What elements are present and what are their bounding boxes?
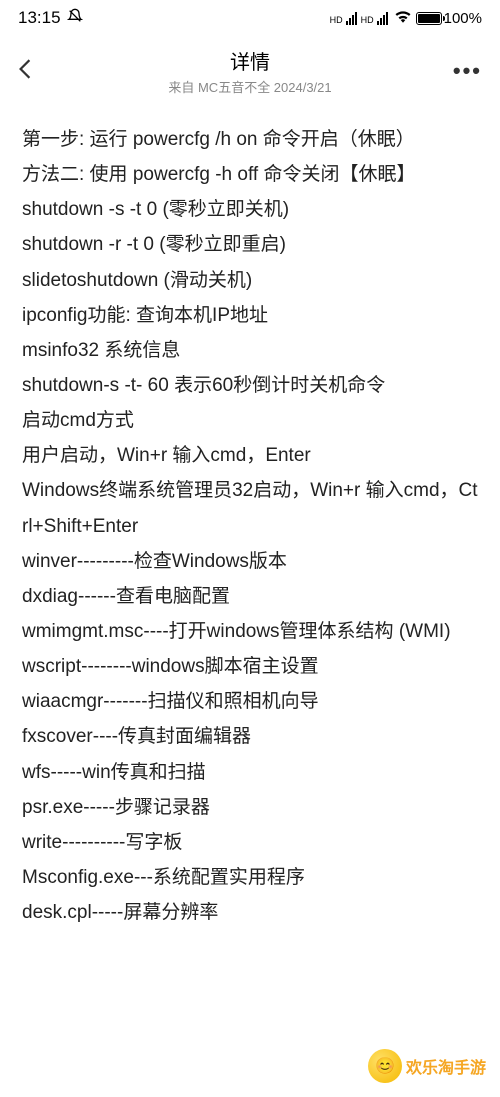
- notification-mute-icon: [67, 8, 83, 29]
- content-line: 用户启动，Win+r 输入cmd，Enter: [22, 438, 478, 473]
- content-line: winver---------检查Windows版本: [22, 544, 478, 579]
- status-bar: 13:15 HD HD: [0, 0, 500, 36]
- page-header: 详情 来自 MC五音不全 2024/3/21 •••: [0, 36, 500, 104]
- content-line: write----------写字板: [22, 825, 478, 860]
- status-left: 13:15: [18, 8, 83, 29]
- battery-icon: [416, 12, 442, 25]
- content-line: psr.exe-----步骤记录器: [22, 790, 478, 825]
- content-line: fxscover----传真封面编辑器: [22, 719, 478, 754]
- watermark-icon: 😊: [368, 1049, 402, 1083]
- back-button[interactable]: [18, 56, 48, 87]
- content-line: shutdown-s -t- 60 表示60秒倒计时关机命令: [22, 368, 478, 403]
- content-line: 第一步: 运行 powercfg /h on 命令开启（休眠）: [22, 122, 478, 157]
- more-button[interactable]: •••: [452, 58, 482, 84]
- signal-1: HD: [330, 12, 357, 25]
- watermark: 😊 欢乐淘手游: [368, 1049, 486, 1083]
- content-line: dxdiag------查看电脑配置: [22, 579, 478, 614]
- wifi-icon: [394, 9, 412, 27]
- article-content: 第一步: 运行 powercfg /h on 命令开启（休眠） 方法二: 使用 …: [0, 104, 500, 948]
- content-line: desk.cpl-----屏幕分辨率: [22, 895, 478, 930]
- status-right: HD HD 100%: [330, 9, 482, 27]
- content-line: shutdown -s -t 0 (零秒立即关机): [22, 192, 478, 227]
- page-title: 详情: [48, 46, 452, 75]
- content-line: Windows终端系统管理员32启动，Win+r 输入cmd，Ctrl+Shif…: [22, 473, 478, 543]
- page-subtitle: 来自 MC五音不全 2024/3/21: [48, 77, 452, 96]
- content-line: wmimgmt.msc----打开windows管理体系结构 (WMI): [22, 614, 478, 649]
- content-line: wfs-----win传真和扫描: [22, 755, 478, 790]
- content-line: slidetoshutdown (滑动关机): [22, 263, 478, 298]
- content-line: shutdown -r -t 0 (零秒立即重启): [22, 227, 478, 262]
- content-line: 方法二: 使用 powercfg -h off 命令关闭【休眠】: [22, 157, 478, 192]
- content-line: wscript--------windows脚本宿主设置: [22, 649, 478, 684]
- content-line: 启动cmd方式: [22, 403, 478, 438]
- content-line: ipconfig功能: 查询本机IP地址: [22, 298, 478, 333]
- watermark-text: 欢乐淘手游: [406, 1054, 486, 1078]
- signal-2: HD: [361, 12, 388, 25]
- status-time: 13:15: [18, 8, 61, 28]
- content-line: msinfo32 系统信息: [22, 333, 478, 368]
- header-center: 详情 来自 MC五音不全 2024/3/21: [48, 46, 452, 96]
- battery-percent: 100%: [444, 10, 482, 27]
- content-line: Msconfig.exe---系统配置实用程序: [22, 860, 478, 895]
- content-line: wiaacmgr-------扫描仪和照相机向导: [22, 684, 478, 719]
- battery-indicator: 100%: [416, 10, 482, 27]
